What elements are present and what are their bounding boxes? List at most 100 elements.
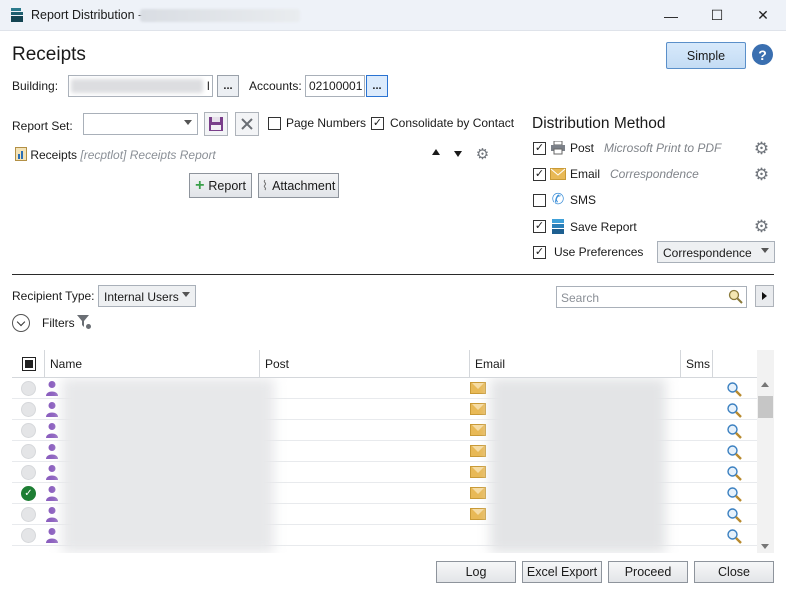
use-preferences-checkbox[interactable]: ✓ bbox=[533, 245, 546, 259]
row-select-radio[interactable] bbox=[21, 465, 36, 480]
close-button[interactable]: Close bbox=[694, 561, 774, 583]
email-method-row: ✓ Email Correspondence bbox=[533, 167, 699, 181]
add-report-button[interactable]: + Report bbox=[189, 173, 252, 198]
email-checkbox[interactable]: ✓ bbox=[533, 167, 546, 181]
email-envelope-icon bbox=[470, 403, 486, 415]
close-window-button[interactable]: ✕ bbox=[740, 0, 786, 31]
save-report-checkbox[interactable]: ✓ bbox=[533, 220, 546, 233]
preferences-dropdown[interactable]: Correspondence bbox=[657, 241, 775, 263]
view-details-magnifier-icon[interactable] bbox=[726, 423, 742, 439]
sms-method-row: ✆ SMS bbox=[533, 191, 596, 208]
consolidate-checkbox[interactable]: ✓ bbox=[371, 117, 384, 130]
view-details-magnifier-icon[interactable] bbox=[726, 465, 742, 481]
minimize-button[interactable]: — bbox=[648, 0, 694, 31]
recipient-type-value: Internal Users bbox=[104, 290, 179, 304]
row-select-radio[interactable] bbox=[21, 423, 36, 438]
row-select-radio[interactable] bbox=[21, 381, 36, 396]
move-up-icon[interactable] bbox=[432, 149, 440, 155]
row-select-radio[interactable] bbox=[21, 507, 36, 522]
email-settings-gear-icon[interactable]: ⚙ bbox=[753, 166, 770, 183]
phone-icon: ✆ bbox=[551, 191, 565, 208]
search-icon[interactable] bbox=[728, 289, 743, 304]
app-icon bbox=[11, 8, 23, 22]
proceed-button[interactable]: Proceed bbox=[608, 561, 688, 583]
report-set-dropdown[interactable] bbox=[83, 113, 198, 135]
report-list-item[interactable]: Receipts [recptlot] Receipts Report bbox=[15, 147, 216, 162]
building-field[interactable]: l bbox=[68, 75, 213, 97]
delete-report-set-button[interactable] bbox=[235, 112, 259, 136]
row-selected-check-icon[interactable]: ✓ bbox=[21, 486, 36, 501]
column-header-email[interactable]: Email bbox=[469, 350, 680, 378]
chevron-down-icon bbox=[761, 248, 769, 253]
person-icon bbox=[46, 465, 58, 480]
post-settings-gear-icon[interactable]: ⚙ bbox=[753, 140, 770, 157]
filter-settings-icon[interactable] bbox=[76, 314, 92, 330]
excel-export-button[interactable]: Excel Export bbox=[522, 561, 602, 583]
maximize-button[interactable]: ☐ bbox=[694, 0, 740, 31]
page-title: Receipts bbox=[12, 44, 86, 65]
sms-checkbox[interactable] bbox=[533, 193, 546, 207]
simple-button[interactable]: Simple bbox=[666, 42, 746, 69]
building-value-redacted bbox=[71, 79, 203, 93]
row-select-radio[interactable] bbox=[21, 444, 36, 459]
email-envelope-icon bbox=[470, 508, 486, 520]
view-details-magnifier-icon[interactable] bbox=[726, 507, 742, 523]
scrollbar-thumb[interactable] bbox=[758, 396, 773, 418]
names-redacted bbox=[62, 378, 274, 553]
add-attachment-button[interactable]: ⌇ Attachment bbox=[258, 173, 339, 198]
save-report-method-row: ✓ Save Report bbox=[533, 219, 637, 234]
select-all-checkbox[interactable] bbox=[22, 357, 36, 371]
floppy-disk-icon bbox=[209, 117, 223, 131]
view-details-magnifier-icon[interactable] bbox=[726, 381, 742, 397]
indeterminate-mark bbox=[25, 360, 33, 368]
filters-expand-button[interactable] bbox=[12, 314, 30, 332]
recipient-type-dropdown[interactable]: Internal Users bbox=[98, 285, 196, 307]
row-select-radio[interactable] bbox=[21, 402, 36, 417]
envelope-icon bbox=[550, 168, 566, 180]
scroll-up-icon[interactable] bbox=[761, 382, 769, 387]
row-select-radio[interactable] bbox=[21, 528, 36, 543]
view-details-magnifier-icon[interactable] bbox=[726, 486, 742, 502]
recipients-grid-header: Name Post Email Sms bbox=[12, 350, 774, 378]
post-label: Post bbox=[570, 141, 595, 155]
page-numbers-checkbox[interactable] bbox=[268, 117, 281, 130]
search-input[interactable]: Search bbox=[556, 286, 747, 308]
person-icon bbox=[46, 528, 58, 543]
view-details-magnifier-icon[interactable] bbox=[726, 528, 742, 544]
search-placeholder: Search bbox=[561, 291, 600, 305]
grid-vertical-scrollbar[interactable] bbox=[757, 378, 774, 553]
column-header-sms[interactable]: Sms bbox=[680, 350, 712, 378]
expand-panel-button[interactable] bbox=[755, 285, 774, 307]
column-header-post[interactable]: Post bbox=[259, 350, 469, 378]
consolidate-label: Consolidate by Contact bbox=[390, 116, 515, 130]
move-down-icon[interactable] bbox=[454, 151, 462, 157]
email-envelope-icon bbox=[470, 382, 486, 394]
paperclip-icon: ⌇ bbox=[261, 177, 269, 193]
person-icon bbox=[46, 423, 58, 438]
help-button[interactable]: ? bbox=[752, 44, 773, 65]
accounts-field[interactable]: 02100001 bbox=[305, 75, 365, 97]
building-browse-button[interactable]: ... bbox=[217, 75, 239, 97]
window-title: Report Distribution - bbox=[31, 8, 143, 22]
window-title-redacted bbox=[140, 9, 300, 22]
post-checkbox[interactable]: ✓ bbox=[533, 141, 546, 155]
page-numbers-label: Page Numbers bbox=[286, 116, 367, 130]
view-details-magnifier-icon[interactable] bbox=[726, 444, 742, 460]
log-button[interactable]: Log bbox=[436, 561, 516, 583]
building-label: Building: bbox=[12, 79, 59, 93]
column-header-name[interactable]: Name bbox=[44, 350, 259, 378]
email-envelope-icon bbox=[470, 487, 486, 499]
add-attachment-label: Attachment bbox=[272, 178, 336, 193]
scroll-down-icon[interactable] bbox=[761, 544, 769, 549]
section-divider bbox=[12, 274, 774, 275]
accounts-browse-button[interactable]: ... bbox=[366, 75, 388, 97]
emails-redacted bbox=[490, 378, 666, 553]
save-report-settings-gear-icon[interactable]: ⚙ bbox=[753, 218, 770, 235]
view-details-magnifier-icon[interactable] bbox=[726, 402, 742, 418]
use-preferences-row: ✓ Use Preferences bbox=[533, 245, 643, 259]
report-settings-gear-icon[interactable]: ⚙ bbox=[474, 146, 491, 163]
recipient-type-label: Recipient Type: bbox=[12, 289, 95, 303]
save-report-set-button[interactable] bbox=[204, 112, 228, 136]
scrollbar-header bbox=[757, 350, 774, 378]
save-report-icon bbox=[552, 219, 564, 234]
